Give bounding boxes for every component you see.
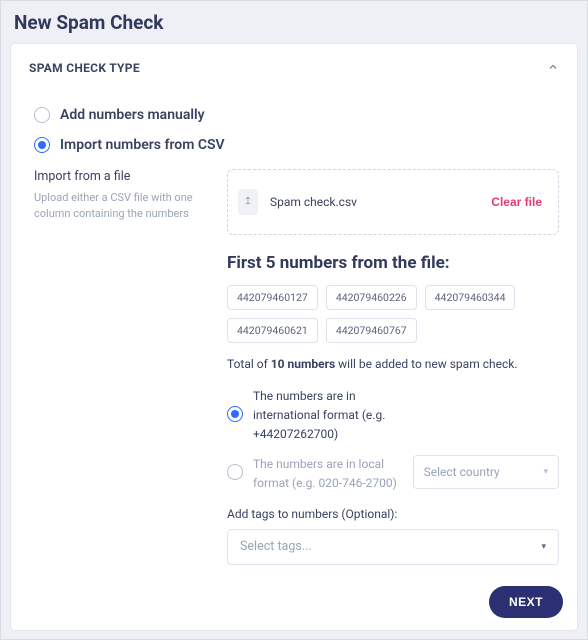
chevron-down-icon: ▾ [541,542,546,552]
total-line: Total of 10 numbers will be added to new… [227,357,559,371]
radio-icon [34,107,50,123]
page-title: New Spam Check [10,8,578,43]
clear-file-button[interactable]: Clear file [489,191,544,213]
section-header[interactable]: SPAM CHECK TYPE [11,44,577,91]
number-chip: 442079460226 [326,285,417,310]
chevron-down-icon: ▾ [543,467,548,477]
tags-label: Add tags to numbers (Optional): [227,507,559,521]
preview-title: First 5 numbers from the file: [227,253,559,273]
input-method-manual[interactable]: Add numbers manually [34,101,559,131]
help-title: Import from a file [34,169,209,184]
country-placeholder: Select country [424,465,500,479]
tags-select[interactable]: Select tags... ▾ [227,529,559,565]
tags-placeholder: Select tags... [240,539,312,554]
number-chips: 442079460127 442079460226 442079460344 4… [227,285,559,343]
radio-label: The numbers are in local format (e.g. 02… [253,457,397,490]
chevron-up-icon [547,58,559,77]
radio-label: The numbers are in international format … [253,389,385,441]
next-button[interactable]: NEXT [489,586,563,618]
input-method-csv[interactable]: Import numbers from CSV [34,131,559,161]
section-title: SPAM CHECK TYPE [29,61,140,75]
radio-label: Import numbers from CSV [60,137,225,153]
country-select[interactable]: Select country ▾ [413,455,559,489]
format-local[interactable]: The numbers are in local format (e.g. 02… [227,453,559,491]
file-dropzone[interactable]: Spam check.csv Clear file [227,169,559,235]
number-chip: 442079460621 [227,318,318,343]
radio-icon [34,137,50,153]
radio-icon [227,406,243,422]
spam-check-card: SPAM CHECK TYPE Add numbers manually Imp… [10,43,578,631]
number-chip: 442079460127 [227,285,318,310]
help-text: Upload either a CSV file with one column… [34,190,209,222]
number-chip: 442079460344 [425,285,516,310]
radio-icon [227,464,243,480]
radio-label: Add numbers manually [60,107,205,123]
format-international[interactable]: The numbers are in international format … [227,385,559,443]
number-chip: 442079460767 [326,318,417,343]
file-upload-icon [238,189,258,215]
uploaded-file-name: Spam check.csv [270,195,477,209]
